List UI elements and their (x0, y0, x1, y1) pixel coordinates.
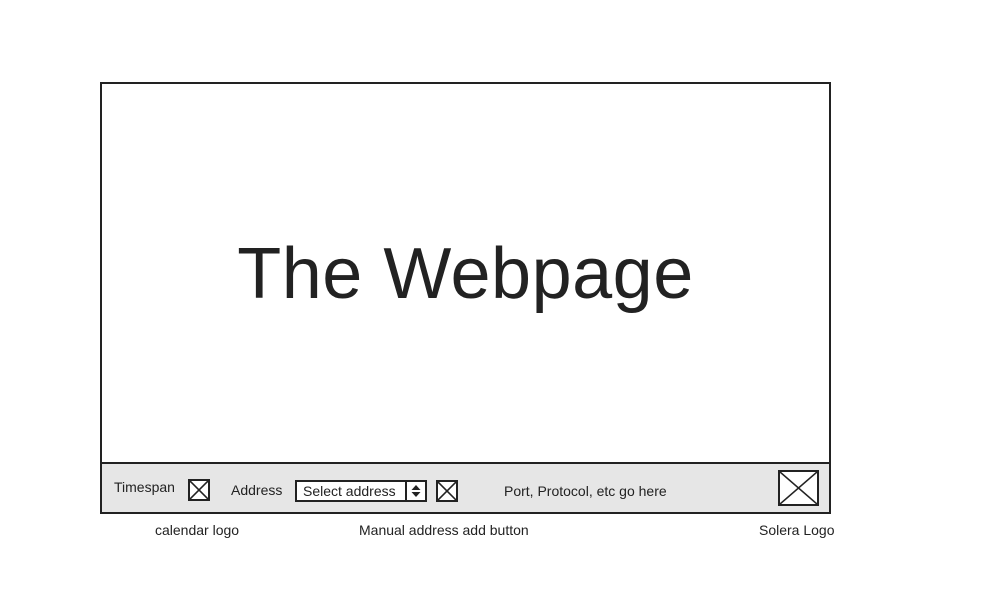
manual-add-annotation: Manual address add button (359, 522, 529, 538)
address-label: Address (231, 482, 283, 498)
solera-logo (778, 470, 819, 506)
timespan-label: Timespan (114, 479, 175, 495)
updown-arrows-icon (411, 485, 421, 497)
port-protocol-info: Port, Protocol, etc go here (504, 483, 667, 499)
solera-logo-annotation: Solera Logo (759, 522, 835, 538)
calendar-icon[interactable] (188, 479, 210, 501)
add-address-placeholder-icon (438, 482, 456, 500)
page-title: The Webpage (237, 234, 694, 314)
bottom-toolbar: Timespan Address Select address Port, Pr… (102, 462, 829, 512)
webpage-frame: The Webpage Timespan Address Select addr… (100, 82, 831, 514)
calendar-logo-annotation: calendar logo (155, 522, 240, 538)
webpage-area: The Webpage (102, 84, 829, 462)
add-address-button[interactable] (436, 480, 458, 502)
select-spinner-icon[interactable] (405, 482, 425, 500)
address-select-value: Select address (303, 483, 396, 499)
calendar-placeholder-glyph (190, 481, 208, 499)
address-select[interactable]: Select address (295, 480, 427, 502)
logo-placeholder-icon (780, 472, 817, 504)
